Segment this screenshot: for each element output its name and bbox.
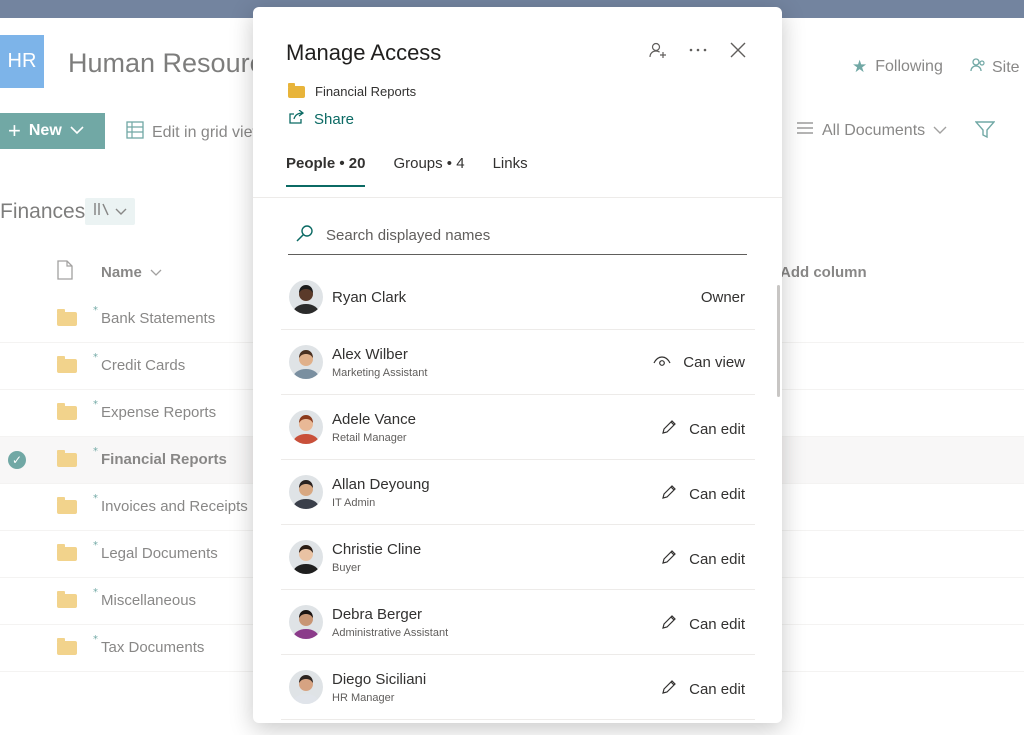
permission-label: Can edit: [689, 550, 745, 568]
people-list: Ryan Clark Owner Alex Wilber Marketing Assi…: [281, 265, 755, 720]
person-title: HR Manager: [332, 692, 395, 704]
tab-groups[interactable]: Groups • 4: [393, 155, 464, 187]
folder-icon: [288, 82, 305, 98]
avatar: [289, 670, 323, 704]
access-tabs: People • 20 Groups • 4 Links: [286, 155, 528, 187]
search-box[interactable]: [288, 217, 747, 255]
panel-scrollbar[interactable]: [777, 285, 780, 397]
person-name: Allan Deyoung: [332, 476, 430, 493]
pencil-icon: [661, 419, 677, 439]
search-input[interactable]: [324, 226, 728, 245]
person-name: Diego Siciliani: [332, 671, 427, 688]
list-item[interactable]: Alex Wilber Marketing Assistant Can view: [281, 330, 755, 395]
person-name: Debra Berger: [332, 606, 423, 623]
share-label: Share: [314, 110, 355, 128]
search-icon: [296, 224, 314, 247]
pencil-icon: [661, 679, 677, 699]
list-item[interactable]: Debra Berger Administrative Assistant Can …: [281, 590, 755, 655]
permission-dropdown[interactable]: Can edit: [661, 614, 745, 634]
permission-dropdown[interactable]: Can edit: [661, 549, 745, 569]
avatar: [289, 475, 323, 509]
close-icon[interactable]: [729, 41, 747, 59]
list-item[interactable]: Diego Siciliani HR Manager Can edit: [281, 655, 755, 720]
person-name: Ryan Clark: [332, 289, 407, 306]
avatar: [289, 540, 323, 574]
panel-title: Manage Access: [286, 40, 442, 65]
list-item[interactable]: Christie Cline Buyer Can edit: [281, 525, 755, 590]
pencil-icon: [661, 549, 677, 569]
permission-label: Can edit: [689, 680, 745, 698]
permission-dropdown[interactable]: Can edit: [661, 419, 745, 439]
permission-label: Can view: [683, 354, 745, 371]
pencil-icon: [661, 484, 677, 504]
permission-dropdown[interactable]: Can view: [653, 354, 745, 371]
permission-label: Can edit: [689, 420, 745, 438]
manage-access-panel: Manage Access Financial Reports Share Pe…: [253, 7, 782, 723]
add-person-icon[interactable]: [649, 41, 667, 59]
avatar: [289, 345, 323, 379]
more-options-icon[interactable]: [689, 41, 707, 59]
list-item[interactable]: Ryan Clark Owner: [281, 265, 755, 330]
person-title: IT Admin: [332, 497, 376, 509]
permission-label: Can edit: [689, 615, 745, 633]
person-name: Alex Wilber: [332, 346, 408, 363]
permission-dropdown[interactable]: Can edit: [661, 484, 745, 504]
file-name: Financial Reports: [315, 84, 417, 99]
permission-dropdown[interactable]: Can edit: [661, 679, 745, 699]
person-title: Marketing Assistant: [332, 367, 428, 379]
person-title: Buyer: [332, 562, 361, 574]
share-link[interactable]: Share: [288, 109, 355, 128]
avatar: [289, 280, 323, 314]
list-item[interactable]: Allan Deyoung IT Admin Can edit: [281, 460, 755, 525]
person-name: Adele Vance: [332, 411, 416, 428]
eye-icon: [653, 354, 671, 371]
person-name: Christie Cline: [332, 541, 422, 558]
person-title: Retail Manager: [332, 432, 407, 444]
list-item[interactable]: Adele Vance Retail Manager Can edit: [281, 395, 755, 460]
permission-label: Owner: [700, 289, 745, 306]
tab-links[interactable]: Links: [493, 155, 528, 187]
person-title: Administrative Assistant: [332, 627, 449, 639]
share-icon: [288, 109, 305, 128]
tab-divider: [253, 197, 782, 198]
avatar: [289, 410, 323, 444]
file-indicator: Financial Reports: [288, 82, 417, 99]
tab-people[interactable]: People • 20: [286, 155, 366, 187]
avatar: [289, 605, 323, 639]
permission-label: Can edit: [689, 485, 745, 503]
pencil-icon: [661, 614, 677, 634]
permission-dropdown[interactable]: Owner: [701, 289, 745, 306]
